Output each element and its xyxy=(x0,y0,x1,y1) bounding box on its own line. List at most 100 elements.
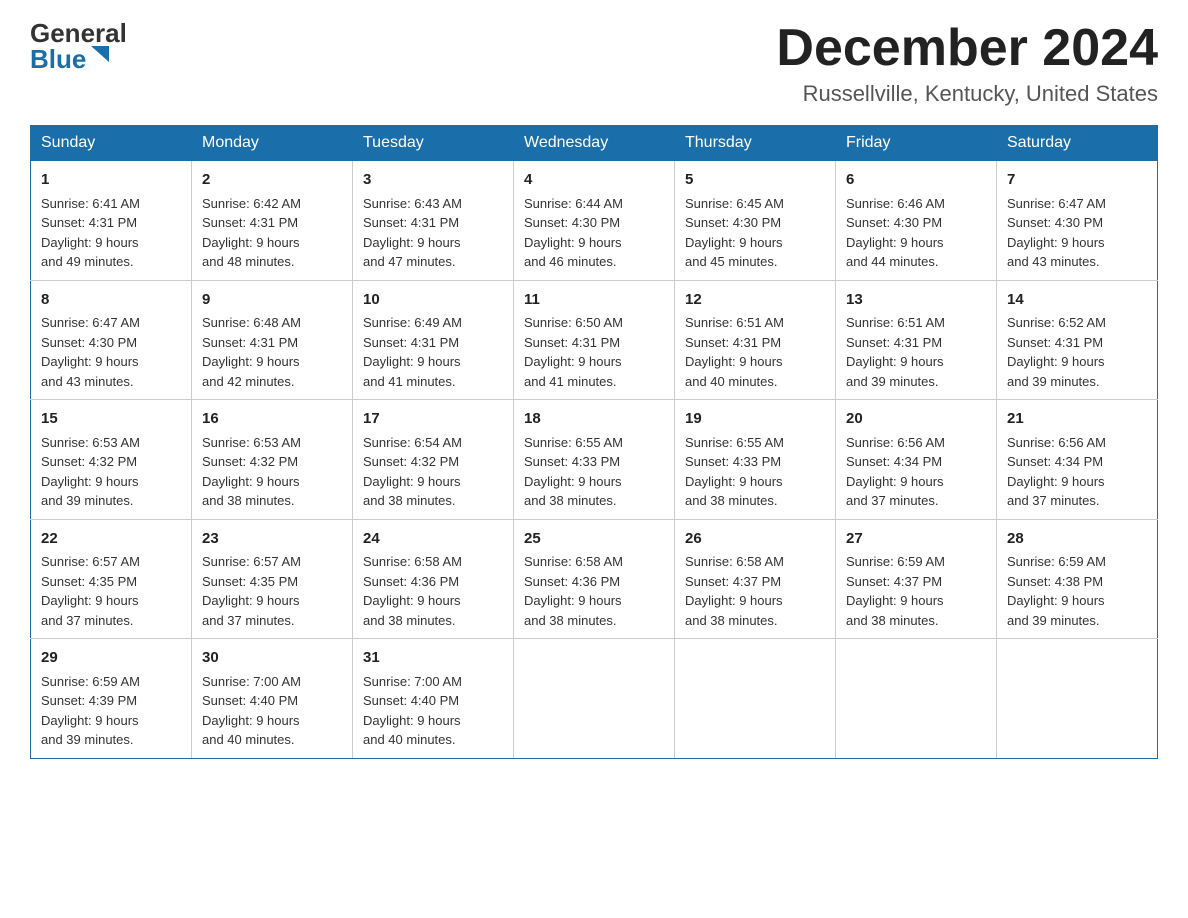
day-header-friday: Friday xyxy=(836,126,997,161)
calendar-cell: 31 Sunrise: 7:00 AMSunset: 4:40 PMDaylig… xyxy=(353,639,514,759)
day-header-monday: Monday xyxy=(192,126,353,161)
calendar-cell: 5 Sunrise: 6:45 AMSunset: 4:30 PMDayligh… xyxy=(675,161,836,281)
day-number: 12 xyxy=(685,289,825,312)
day-number: 7 xyxy=(1007,169,1147,192)
day-number: 4 xyxy=(524,169,664,192)
calendar-cell: 20 Sunrise: 6:56 AMSunset: 4:34 PMDaylig… xyxy=(836,400,997,520)
day-number: 13 xyxy=(846,289,986,312)
calendar-cell: 27 Sunrise: 6:59 AMSunset: 4:37 PMDaylig… xyxy=(836,519,997,639)
day-info: Sunrise: 6:48 AMSunset: 4:31 PMDaylight:… xyxy=(202,315,301,389)
day-number: 28 xyxy=(1007,528,1147,551)
day-number: 25 xyxy=(524,528,664,551)
calendar-cell: 1 Sunrise: 6:41 AMSunset: 4:31 PMDayligh… xyxy=(31,161,192,281)
day-info: Sunrise: 6:58 AMSunset: 4:37 PMDaylight:… xyxy=(685,554,784,628)
day-header-tuesday: Tuesday xyxy=(353,126,514,161)
day-info: Sunrise: 6:53 AMSunset: 4:32 PMDaylight:… xyxy=(202,435,301,509)
calendar-cell xyxy=(675,639,836,759)
day-number: 1 xyxy=(41,169,181,192)
day-info: Sunrise: 7:00 AMSunset: 4:40 PMDaylight:… xyxy=(202,674,301,748)
day-number: 24 xyxy=(363,528,503,551)
calendar-cell xyxy=(997,639,1158,759)
day-info: Sunrise: 6:51 AMSunset: 4:31 PMDaylight:… xyxy=(685,315,784,389)
day-info: Sunrise: 6:59 AMSunset: 4:38 PMDaylight:… xyxy=(1007,554,1106,628)
day-info: Sunrise: 6:58 AMSunset: 4:36 PMDaylight:… xyxy=(524,554,623,628)
calendar-cell: 22 Sunrise: 6:57 AMSunset: 4:35 PMDaylig… xyxy=(31,519,192,639)
day-header-sunday: Sunday xyxy=(31,126,192,161)
day-number: 17 xyxy=(363,408,503,431)
week-row-3: 15 Sunrise: 6:53 AMSunset: 4:32 PMDaylig… xyxy=(31,400,1158,520)
calendar-cell: 26 Sunrise: 6:58 AMSunset: 4:37 PMDaylig… xyxy=(675,519,836,639)
calendar-cell: 2 Sunrise: 6:42 AMSunset: 4:31 PMDayligh… xyxy=(192,161,353,281)
day-info: Sunrise: 6:49 AMSunset: 4:31 PMDaylight:… xyxy=(363,315,462,389)
day-number: 21 xyxy=(1007,408,1147,431)
day-info: Sunrise: 6:50 AMSunset: 4:31 PMDaylight:… xyxy=(524,315,623,389)
day-info: Sunrise: 6:54 AMSunset: 4:32 PMDaylight:… xyxy=(363,435,462,509)
logo-triangle-icon xyxy=(89,44,111,66)
calendar-cell: 15 Sunrise: 6:53 AMSunset: 4:32 PMDaylig… xyxy=(31,400,192,520)
day-info: Sunrise: 6:59 AMSunset: 4:37 PMDaylight:… xyxy=(846,554,945,628)
day-info: Sunrise: 7:00 AMSunset: 4:40 PMDaylight:… xyxy=(363,674,462,748)
day-number: 20 xyxy=(846,408,986,431)
calendar-cell: 8 Sunrise: 6:47 AMSunset: 4:30 PMDayligh… xyxy=(31,280,192,400)
calendar-cell: 23 Sunrise: 6:57 AMSunset: 4:35 PMDaylig… xyxy=(192,519,353,639)
calendar-cell: 19 Sunrise: 6:55 AMSunset: 4:33 PMDaylig… xyxy=(675,400,836,520)
day-number: 6 xyxy=(846,169,986,192)
day-number: 26 xyxy=(685,528,825,551)
month-title: December 2024 xyxy=(776,20,1158,77)
day-info: Sunrise: 6:46 AMSunset: 4:30 PMDaylight:… xyxy=(846,196,945,270)
day-number: 29 xyxy=(41,647,181,670)
calendar-cell: 4 Sunrise: 6:44 AMSunset: 4:30 PMDayligh… xyxy=(514,161,675,281)
calendar-cell: 10 Sunrise: 6:49 AMSunset: 4:31 PMDaylig… xyxy=(353,280,514,400)
calendar-cell: 21 Sunrise: 6:56 AMSunset: 4:34 PMDaylig… xyxy=(997,400,1158,520)
day-info: Sunrise: 6:47 AMSunset: 4:30 PMDaylight:… xyxy=(1007,196,1106,270)
calendar-cell: 24 Sunrise: 6:58 AMSunset: 4:36 PMDaylig… xyxy=(353,519,514,639)
calendar-cell: 7 Sunrise: 6:47 AMSunset: 4:30 PMDayligh… xyxy=(997,161,1158,281)
calendar-cell: 25 Sunrise: 6:58 AMSunset: 4:36 PMDaylig… xyxy=(514,519,675,639)
day-info: Sunrise: 6:59 AMSunset: 4:39 PMDaylight:… xyxy=(41,674,140,748)
day-number: 22 xyxy=(41,528,181,551)
day-number: 31 xyxy=(363,647,503,670)
day-number: 23 xyxy=(202,528,342,551)
day-info: Sunrise: 6:57 AMSunset: 4:35 PMDaylight:… xyxy=(41,554,140,628)
calendar-cell: 14 Sunrise: 6:52 AMSunset: 4:31 PMDaylig… xyxy=(997,280,1158,400)
title-area: December 2024 Russellville, Kentucky, Un… xyxy=(776,20,1158,107)
day-header-wednesday: Wednesday xyxy=(514,126,675,161)
day-info: Sunrise: 6:47 AMSunset: 4:30 PMDaylight:… xyxy=(41,315,140,389)
calendar-cell: 29 Sunrise: 6:59 AMSunset: 4:39 PMDaylig… xyxy=(31,639,192,759)
calendar-cell: 3 Sunrise: 6:43 AMSunset: 4:31 PMDayligh… xyxy=(353,161,514,281)
day-info: Sunrise: 6:51 AMSunset: 4:31 PMDaylight:… xyxy=(846,315,945,389)
week-row-2: 8 Sunrise: 6:47 AMSunset: 4:30 PMDayligh… xyxy=(31,280,1158,400)
day-info: Sunrise: 6:53 AMSunset: 4:32 PMDaylight:… xyxy=(41,435,140,509)
day-info: Sunrise: 6:56 AMSunset: 4:34 PMDaylight:… xyxy=(846,435,945,509)
logo-text-block: General Blue xyxy=(30,20,127,72)
calendar-cell: 28 Sunrise: 6:59 AMSunset: 4:38 PMDaylig… xyxy=(997,519,1158,639)
calendar-cell xyxy=(514,639,675,759)
calendar-cell: 11 Sunrise: 6:50 AMSunset: 4:31 PMDaylig… xyxy=(514,280,675,400)
day-number: 9 xyxy=(202,289,342,312)
day-info: Sunrise: 6:55 AMSunset: 4:33 PMDaylight:… xyxy=(685,435,784,509)
calendar-cell: 17 Sunrise: 6:54 AMSunset: 4:32 PMDaylig… xyxy=(353,400,514,520)
day-info: Sunrise: 6:45 AMSunset: 4:30 PMDaylight:… xyxy=(685,196,784,270)
calendar-table: SundayMondayTuesdayWednesdayThursdayFrid… xyxy=(30,125,1158,759)
calendar-cell: 12 Sunrise: 6:51 AMSunset: 4:31 PMDaylig… xyxy=(675,280,836,400)
day-info: Sunrise: 6:55 AMSunset: 4:33 PMDaylight:… xyxy=(524,435,623,509)
calendar-cell xyxy=(836,639,997,759)
day-number: 14 xyxy=(1007,289,1147,312)
day-header-thursday: Thursday xyxy=(675,126,836,161)
day-header-saturday: Saturday xyxy=(997,126,1158,161)
calendar-cell: 13 Sunrise: 6:51 AMSunset: 4:31 PMDaylig… xyxy=(836,280,997,400)
logo-general: General xyxy=(30,20,127,46)
day-info: Sunrise: 6:57 AMSunset: 4:35 PMDaylight:… xyxy=(202,554,301,628)
week-row-5: 29 Sunrise: 6:59 AMSunset: 4:39 PMDaylig… xyxy=(31,639,1158,759)
week-row-1: 1 Sunrise: 6:41 AMSunset: 4:31 PMDayligh… xyxy=(31,161,1158,281)
day-number: 30 xyxy=(202,647,342,670)
day-number: 27 xyxy=(846,528,986,551)
day-number: 2 xyxy=(202,169,342,192)
days-header-row: SundayMondayTuesdayWednesdayThursdayFrid… xyxy=(31,126,1158,161)
week-row-4: 22 Sunrise: 6:57 AMSunset: 4:35 PMDaylig… xyxy=(31,519,1158,639)
logo-blue: Blue xyxy=(30,46,86,72)
day-info: Sunrise: 6:43 AMSunset: 4:31 PMDaylight:… xyxy=(363,196,462,270)
day-number: 8 xyxy=(41,289,181,312)
day-number: 16 xyxy=(202,408,342,431)
day-info: Sunrise: 6:56 AMSunset: 4:34 PMDaylight:… xyxy=(1007,435,1106,509)
